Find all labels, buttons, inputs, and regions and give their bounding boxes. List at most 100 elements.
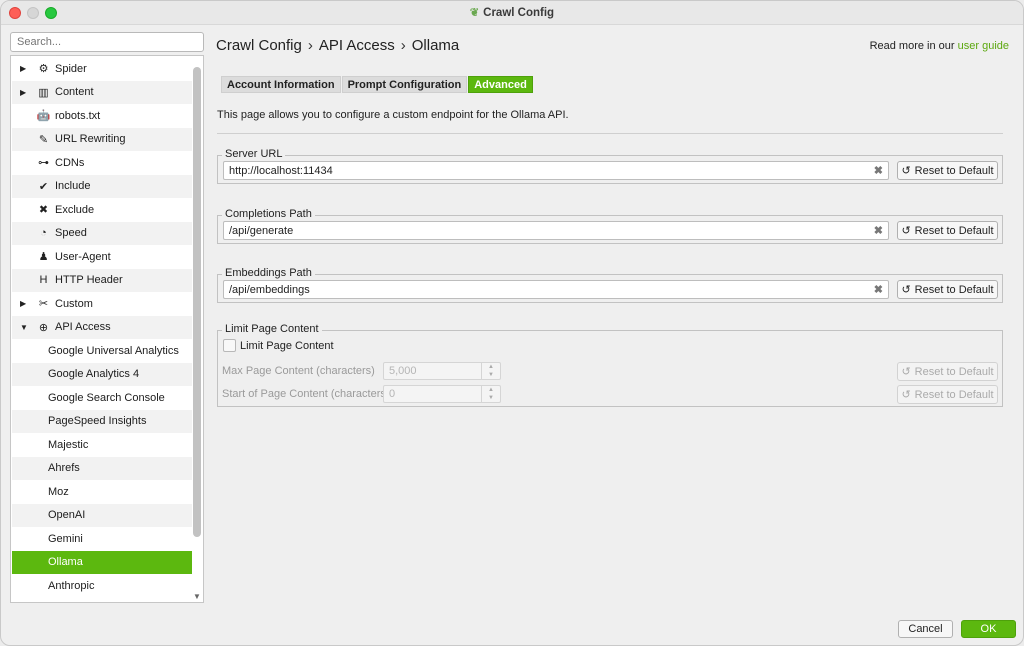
tree-item-label: OpenAI: [48, 509, 86, 521]
breadcrumb-crawl-config: Crawl Config: [216, 37, 302, 54]
tree-item-cdns[interactable]: ⊶ CDNs: [12, 151, 192, 174]
reset-label: Reset to Default: [914, 365, 994, 378]
reset-label: Reset to Default: [914, 388, 994, 401]
search-input[interactable]: [10, 32, 204, 52]
clear-icon[interactable]: ✖: [874, 224, 883, 237]
tree-item-label: Google Universal Analytics: [48, 344, 179, 357]
server-url-value: http://localhost:11434: [229, 165, 333, 177]
start-page-content-value: 0: [389, 388, 396, 400]
clear-icon[interactable]: ✖: [874, 164, 883, 177]
collapsed-arrow-icon[interactable]: ▶: [20, 299, 26, 308]
reset-max-page-content-button[interactable]: ↺ Reset to Default: [897, 362, 998, 381]
tree-item-label: Spider: [55, 62, 87, 75]
reset-label: Reset to Default: [914, 283, 994, 296]
tree-item-label: CDNs: [55, 156, 85, 169]
tree-item-google-search-console[interactable]: Google Search Console: [12, 386, 192, 409]
table-icon: ▥: [38, 86, 49, 99]
reset-embeddings-path-button[interactable]: ↺ Reset to Default: [897, 280, 998, 299]
reset-label: Reset to Default: [914, 164, 994, 177]
embeddings-path-group: Embeddings Path /api/embeddings ✖ ↺ Reset…: [217, 267, 1003, 303]
undo-icon: ↺: [901, 225, 911, 237]
tree-item-api-access[interactable]: ▼ ⊕ API Access: [12, 315, 192, 339]
reset-completions-path-button[interactable]: ↺ Reset to Default: [897, 221, 998, 240]
tree-item-label: robots.txt: [55, 109, 101, 122]
cancel-button[interactable]: Cancel: [898, 620, 953, 638]
tree-item-openai[interactable]: OpenAI: [12, 503, 192, 527]
tree-item-google-analytics-4[interactable]: Google Analytics 4: [12, 362, 192, 386]
globe-icon: ⊕: [38, 321, 49, 334]
server-url-title: Server URL: [222, 148, 286, 160]
embeddings-path-value: /api/embeddings: [229, 284, 310, 296]
divider: [217, 133, 1003, 134]
collapsed-arrow-icon[interactable]: ▶: [20, 64, 26, 73]
tree-item-robots-txt[interactable]: 🤖 robots.txt: [12, 104, 192, 127]
tree-item-label: Include: [55, 180, 91, 192]
breadcrumb-api-access: API Access: [318, 37, 395, 54]
limit-page-content-label: Limit Page Content: [240, 340, 334, 352]
breadcrumb: Crawl Config › API Access › Ollama: [216, 37, 459, 54]
tree-item-http-header[interactable]: H HTTP Header: [12, 268, 192, 292]
tab-prompt-configuration[interactable]: Prompt Configuration: [341, 76, 468, 93]
tree-scrollbar[interactable]: ▼: [192, 57, 202, 601]
spin-arrows-icon[interactable]: ▲ ▼: [481, 363, 500, 379]
limit-page-content-group: Limit Page Content Limit Page Content Ma…: [217, 323, 1003, 407]
max-page-content-spinbox[interactable]: 5,000 ▲ ▼: [383, 362, 501, 380]
tree-item-anthropic[interactable]: Anthropic: [12, 574, 192, 597]
reset-start-page-content-button[interactable]: ↺ Reset to Default: [897, 385, 998, 404]
read-more-prefix: Read more in our: [869, 40, 955, 52]
tree-item-moz[interactable]: Moz: [12, 480, 192, 503]
reset-label: Reset to Default: [914, 224, 994, 237]
tree-item-url-rewriting[interactable]: ✎ URL Rewriting: [12, 127, 192, 151]
undo-icon: ↺: [901, 389, 911, 401]
edit-icon: ✎: [38, 133, 49, 146]
tab-bar: Account Information Prompt Configuration…: [221, 76, 533, 93]
speedometer-icon: ◔: [40, 227, 47, 239]
tree-item-label: Moz: [48, 485, 69, 498]
tree-item-label: Gemini: [48, 532, 83, 545]
tab-advanced[interactable]: Advanced: [468, 76, 533, 93]
tree-item-label: Exclude: [55, 203, 95, 216]
reset-server-url-button[interactable]: ↺ Reset to Default: [897, 161, 998, 180]
user-guide-link[interactable]: user guide: [958, 40, 1009, 52]
ok-button[interactable]: OK: [961, 620, 1016, 638]
tree-item-exclude[interactable]: ✖ Exclude: [12, 198, 192, 221]
clear-icon[interactable]: ✖: [874, 283, 883, 296]
tree-item-include[interactable]: ✔ Include: [12, 174, 192, 198]
limit-page-content-checkbox[interactable]: [223, 339, 236, 352]
server-url-field[interactable]: http://localhost:11434 ✖: [223, 161, 889, 180]
tree-item-label: URL Rewriting: [55, 133, 126, 145]
tools-icon: ✂: [38, 298, 49, 310]
config-tree: Anthropic Ollama Gemini OpenAI Moz Ahrefs Maje…: [10, 55, 204, 603]
completions-path-group: Completions Path /api/generate ✖ ↺ Reset …: [217, 208, 1003, 244]
start-page-content-spinbox[interactable]: 0 ▲ ▼: [383, 385, 501, 403]
app-logo-icon: ❦: [469, 7, 480, 19]
completions-path-value: /api/generate: [229, 225, 294, 237]
spin-arrows-icon[interactable]: ▲ ▼: [481, 386, 500, 402]
breadcrumb-separator: ›: [400, 37, 406, 54]
collapsed-arrow-icon[interactable]: ▶: [20, 88, 26, 97]
tree-item-custom[interactable]: ▶ ✂ Custom: [12, 292, 192, 315]
tree-item-majestic[interactable]: Majestic: [12, 433, 192, 456]
tab-account-information[interactable]: Account Information: [221, 76, 341, 93]
completions-path-field[interactable]: /api/generate ✖: [223, 221, 889, 240]
tree-item-user-agent[interactable]: ♟ User-Agent: [12, 245, 192, 268]
check-circle-icon: ✔: [38, 180, 49, 193]
read-more-text: Read more in our user guide: [870, 40, 1009, 52]
scroll-thumb[interactable]: [193, 67, 201, 537]
undo-icon: ↺: [901, 165, 911, 177]
tree-item-label: Custom: [55, 297, 93, 310]
expanded-arrow-icon[interactable]: ▼: [20, 323, 28, 332]
tree-item-label: PageSpeed Insights: [48, 415, 147, 427]
tree-item-label: Content: [55, 86, 94, 98]
tree-item-ahrefs[interactable]: Ahrefs: [12, 456, 192, 480]
tree-item-speed[interactable]: ◔ Speed: [12, 221, 192, 245]
tree-item-content[interactable]: ▶ ▥ Content: [12, 80, 192, 104]
tree-item-label: Ahrefs: [48, 462, 80, 474]
embeddings-path-field[interactable]: /api/embeddings ✖: [223, 280, 889, 299]
tree-item-ollama[interactable]: Ollama: [12, 550, 192, 574]
tree-item-pagespeed-insights[interactable]: PageSpeed Insights: [12, 409, 192, 433]
tree-item-spider[interactable]: ▶ ⚙ Spider: [12, 57, 192, 80]
tree-item-google-universal-analytics[interactable]: Google Universal Analytics: [12, 339, 192, 362]
scroll-down-icon[interactable]: ▼: [193, 592, 201, 601]
tree-item-gemini[interactable]: Gemini: [12, 527, 192, 550]
